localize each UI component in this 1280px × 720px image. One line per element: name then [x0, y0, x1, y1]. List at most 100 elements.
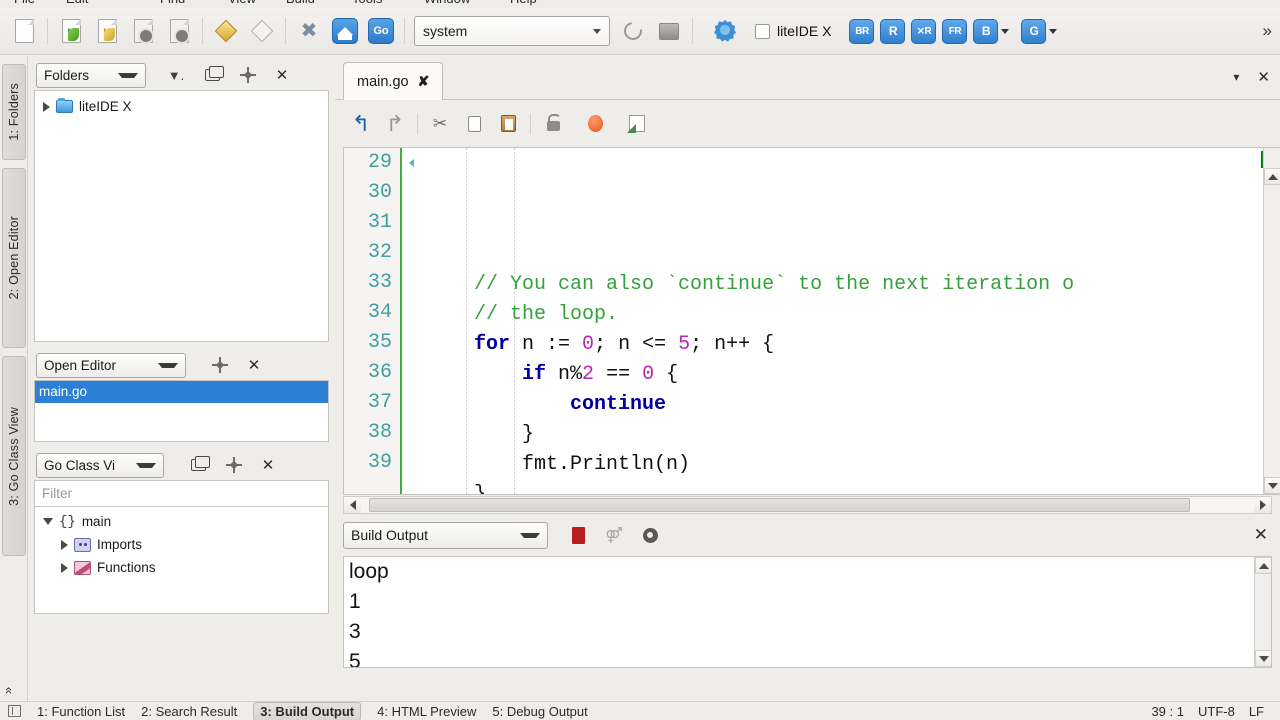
folders-tree[interactable]: liteIDE X: [34, 90, 329, 342]
scroll-left-button[interactable]: [344, 497, 361, 513]
menu-item[interactable]: Build: [286, 0, 315, 6]
sidebar-item-folders[interactable]: 1: Folders: [2, 64, 26, 160]
go-class-tree[interactable]: {} main Imports Functions: [34, 506, 329, 614]
statusbar-item-html-preview[interactable]: 4: HTML Preview: [377, 704, 476, 719]
sidebar-collapse-button[interactable]: «: [2, 687, 17, 694]
editor-horizontal-scrollbar[interactable]: [343, 496, 1272, 514]
clear-button[interactable]: ⚤: [604, 525, 624, 545]
sidebar-item-open-editor[interactable]: 2: Open Editor: [2, 168, 26, 348]
go-tool-button[interactable]: G: [1021, 18, 1047, 44]
menu-item[interactable]: Find: [160, 0, 185, 6]
filter-button[interactable]: ▼.: [166, 65, 186, 85]
line-ending[interactable]: LF: [1249, 704, 1264, 719]
chevron-down-icon[interactable]: [43, 518, 53, 525]
goto-button[interactable]: [621, 108, 653, 140]
paste-button[interactable]: [492, 108, 524, 140]
code-line[interactable]: [404, 240, 1280, 270]
open-editor-title-combo[interactable]: Open Editor: [36, 352, 186, 378]
tab-main-go[interactable]: main.go ✘: [343, 62, 444, 100]
code-line[interactable]: fmt.Println(n): [404, 450, 1280, 480]
statusbar-item-function-list[interactable]: 1: Function List: [37, 704, 125, 719]
open-folder-button[interactable]: [90, 14, 124, 48]
close-output-button[interactable]: ✕: [1254, 525, 1268, 545]
open-editor-list[interactable]: main.go: [34, 380, 329, 442]
editor-vertical-scrollbar[interactable]: [1263, 148, 1280, 494]
file-encoding[interactable]: UTF-8: [1198, 704, 1235, 719]
build-and-run-button[interactable]: BR: [849, 18, 875, 44]
scroll-right-button[interactable]: [1254, 497, 1271, 513]
scroll-down-button[interactable]: [1255, 650, 1271, 667]
code-line[interactable]: }: [404, 420, 1280, 450]
menu-item[interactable]: Tools: [352, 0, 382, 6]
statusbar-item-debug-output[interactable]: 5: Debug Output: [492, 704, 587, 719]
menubar[interactable]: File Edit Find View Build Tools Window H…: [0, 0, 1280, 8]
environment-combo[interactable]: system: [414, 16, 610, 46]
folders-title-combo[interactable]: Folders: [36, 62, 146, 88]
menu-item[interactable]: Help: [510, 0, 537, 6]
output-vertical-scrollbar[interactable]: [1254, 557, 1271, 667]
lock-button[interactable]: [537, 108, 569, 140]
code-editor[interactable]: 29 30 31 32 33 34 35 36 37 38 39 // You can also `…: [343, 147, 1280, 495]
save-all-button[interactable]: [162, 14, 196, 48]
close-editor-button[interactable]: ✕: [1257, 68, 1270, 86]
code-line[interactable]: continue: [404, 390, 1280, 420]
scroll-up-button[interactable]: [1264, 168, 1280, 185]
copy-button[interactable]: [458, 108, 490, 140]
chevron-right-icon[interactable]: [61, 562, 68, 573]
run-button[interactable]: R: [880, 18, 906, 44]
terminal-button[interactable]: [652, 14, 686, 48]
scroll-down-button[interactable]: [1264, 477, 1280, 494]
float-button[interactable]: [238, 65, 258, 85]
split-button[interactable]: [202, 65, 224, 85]
build-config-button[interactable]: [245, 14, 279, 48]
close-icon[interactable]: ✘: [418, 73, 430, 90]
hscroll-track[interactable]: [361, 497, 1254, 513]
code-line[interactable]: // You can also `continue` to the next i…: [404, 270, 1280, 300]
home-button[interactable]: [328, 14, 362, 48]
chevron-down-icon[interactable]: [1001, 28, 1010, 34]
code-line[interactable]: for n := 0; n <= 5; n++ {: [404, 330, 1280, 360]
rebuild-run-button[interactable]: ⨯R: [911, 18, 937, 44]
scroll-up-button[interactable]: [1255, 557, 1271, 574]
close-panel-button[interactable]: ✕: [272, 65, 292, 85]
statusbar-item-build-output[interactable]: 3: Build Output: [253, 702, 362, 720]
go-doc-button[interactable]: Go: [364, 14, 398, 48]
menu-item[interactable]: Edit: [66, 0, 88, 6]
open-file-button[interactable]: [54, 14, 88, 48]
undo-button[interactable]: ↰: [345, 108, 377, 140]
statusbar-toggle-icon[interactable]: [8, 705, 21, 717]
toolbar-overflow-button[interactable]: »: [1263, 21, 1272, 41]
code-lines[interactable]: // You can also `continue` to the next i…: [404, 148, 1280, 494]
sidebar-item-go-class-view[interactable]: 3: Go Class View: [2, 356, 26, 556]
bookmark-button[interactable]: [579, 108, 611, 140]
float-button[interactable]: [224, 455, 244, 475]
menu-item[interactable]: File: [14, 0, 35, 6]
redo-button[interactable]: ↱: [379, 108, 411, 140]
menu-item[interactable]: Window: [424, 0, 470, 6]
new-file-button[interactable]: [7, 14, 41, 48]
statusbar-item-search-result[interactable]: 2: Search Result: [141, 704, 237, 719]
go-class-title-combo[interactable]: Go Class Vi: [36, 452, 164, 478]
filter-input[interactable]: Filter: [34, 480, 329, 506]
build-run-button[interactable]: [209, 14, 243, 48]
code-line[interactable]: if n%2 == 0 {: [404, 360, 1280, 390]
force-run-button[interactable]: FR: [942, 18, 968, 44]
liteide-checkbox[interactable]: liteIDE X: [755, 23, 831, 39]
tree-item-functions[interactable]: Functions: [35, 556, 328, 579]
cut-button[interactable]: ✂: [424, 108, 456, 140]
hscroll-thumb[interactable]: [369, 498, 1190, 512]
output-text[interactable]: loop 1 3 5: [343, 556, 1272, 668]
code-line[interactable]: }: [404, 480, 1280, 494]
output-title-combo[interactable]: Build Output: [343, 521, 548, 549]
menu-item[interactable]: View: [228, 0, 256, 6]
code-line[interactable]: // the loop.: [404, 300, 1280, 330]
tab-list-button[interactable]: ▾: [1233, 70, 1239, 84]
chevron-right-icon[interactable]: [61, 539, 68, 550]
tree-item-main[interactable]: {} main: [35, 510, 328, 533]
close-panel-button[interactable]: ✕: [244, 355, 264, 375]
build-button[interactable]: B: [973, 18, 999, 44]
tree-item-liteide-x[interactable]: liteIDE X: [35, 95, 328, 118]
close-panel-button[interactable]: ✕: [258, 455, 278, 475]
list-item-main-go[interactable]: main.go: [35, 381, 328, 403]
output-settings-button[interactable]: [640, 525, 660, 545]
